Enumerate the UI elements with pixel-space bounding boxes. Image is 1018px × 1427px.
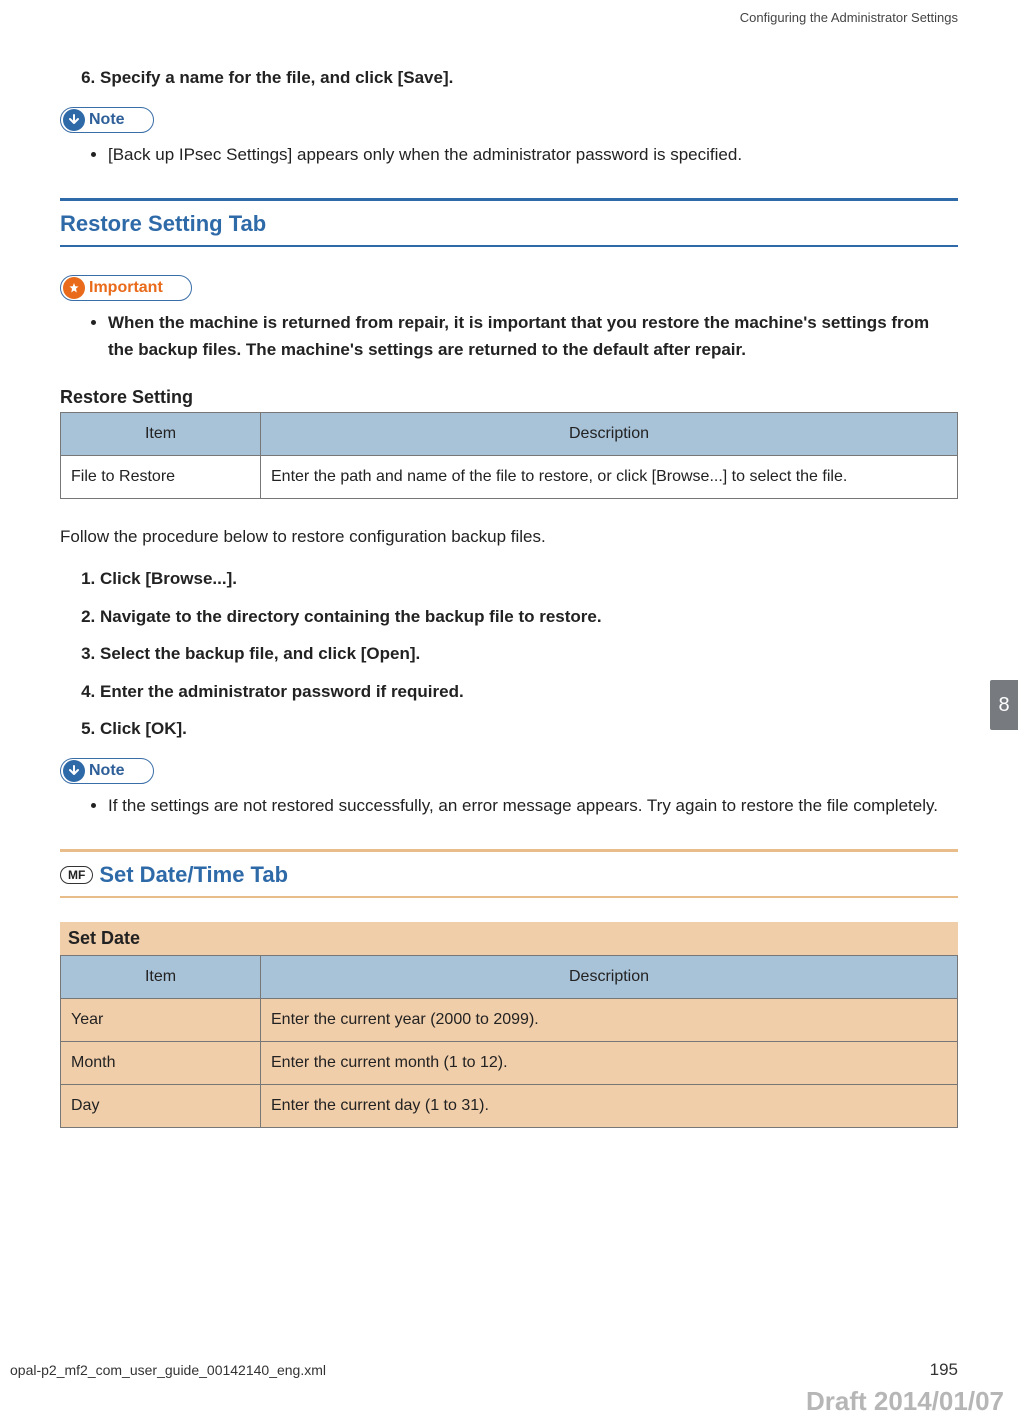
chapter-tab: 8 xyxy=(990,680,1018,730)
page-footer: opal-p2_mf2_com_user_guide_00142140_eng.… xyxy=(0,1360,1018,1386)
cell-desc: Enter the current month (1 to 12). xyxy=(261,1041,958,1084)
star-icon xyxy=(63,277,85,299)
note-label: Note xyxy=(89,111,125,129)
step-item: Navigate to the directory containing the… xyxy=(100,604,958,630)
table-row: Year Enter the current year (2000 to 209… xyxy=(61,998,958,1041)
setdate-table: Item Description Year Enter the current … xyxy=(60,955,958,1128)
down-arrow-icon xyxy=(63,760,85,782)
restore-subheading: Restore Setting xyxy=(60,387,958,408)
important-bullets: When the machine is returned from repair… xyxy=(60,309,958,363)
cell-desc: Enter the current year (2000 to 2099). xyxy=(261,998,958,1041)
important-callout: Important xyxy=(60,275,192,301)
step-item: Select the backup file, and click [Open]… xyxy=(100,641,958,667)
note-bullets-2: If the settings are not restored success… xyxy=(60,792,958,819)
th-desc: Description xyxy=(261,955,958,998)
th-item: Item xyxy=(61,955,261,998)
cell-desc: Enter the current day (1 to 31). xyxy=(261,1084,958,1127)
cell-desc: Enter the path and name of the file to r… xyxy=(261,456,958,499)
ordered-steps-top: Specify a name for the file, and click [… xyxy=(60,65,958,91)
section-heading-datetime: MF Set Date/Time Tab xyxy=(60,849,958,898)
restore-follow-text: Follow the procedure below to restore co… xyxy=(60,523,958,550)
note-callout-2: Note xyxy=(60,758,154,784)
table-row: Month Enter the current month (1 to 12). xyxy=(61,1041,958,1084)
mf-badge: MF xyxy=(60,866,93,884)
running-header: Configuring the Administrator Settings xyxy=(60,10,958,25)
th-desc: Description xyxy=(261,413,958,456)
cell-item: Month xyxy=(61,1041,261,1084)
datetime-heading-text: Set Date/Time Tab xyxy=(99,862,288,888)
note-bullets: [Back up IPsec Settings] appears only wh… xyxy=(60,141,958,168)
note-label: Note xyxy=(89,762,125,780)
cell-item: Day xyxy=(61,1084,261,1127)
down-arrow-icon xyxy=(63,109,85,131)
note-callout: Note xyxy=(60,107,154,133)
table-row: Day Enter the current day (1 to 31). xyxy=(61,1084,958,1127)
table-row: File to Restore Enter the path and name … xyxy=(61,456,958,499)
step-item: Click [Browse...]. xyxy=(100,566,958,592)
step-item: Click [OK]. xyxy=(100,716,958,742)
step-item: Enter the administrator password if requ… xyxy=(100,679,958,705)
setdate-subheading: Set Date xyxy=(60,922,958,955)
th-item: Item xyxy=(61,413,261,456)
note-bullet: [Back up IPsec Settings] appears only wh… xyxy=(108,141,958,168)
important-label: Important xyxy=(89,279,163,297)
section-heading-restore: Restore Setting Tab xyxy=(60,198,958,247)
cell-item: File to Restore xyxy=(61,456,261,499)
important-bullet: When the machine is returned from repair… xyxy=(108,309,958,363)
footer-filename: opal-p2_mf2_com_user_guide_00142140_eng.… xyxy=(10,1362,326,1378)
restore-steps: Click [Browse...]. Navigate to the direc… xyxy=(60,566,958,742)
restore-table: Item Description File to Restore Enter t… xyxy=(60,412,958,499)
cell-item: Year xyxy=(61,998,261,1041)
note-bullet: If the settings are not restored success… xyxy=(108,792,958,819)
footer-page-number: 195 xyxy=(930,1360,958,1380)
step-item: Specify a name for the file, and click [… xyxy=(100,65,958,91)
